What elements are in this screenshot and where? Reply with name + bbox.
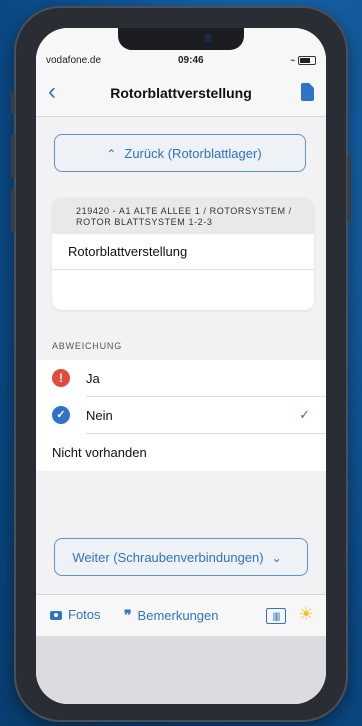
- section-label: ABWEICHUNG: [52, 341, 123, 351]
- brightness-icon[interactable]: ☀: [298, 604, 314, 625]
- photos-button[interactable]: Fotos: [50, 607, 101, 622]
- power-button: [347, 156, 351, 222]
- volume-up-button: [11, 134, 15, 178]
- navigation-bar: ‹ Rotorblattverstellung: [36, 70, 326, 117]
- option-label: Ja: [86, 371, 100, 386]
- document-icon[interactable]: [301, 83, 314, 101]
- back-section-label: Zurück (Rotorblattlager): [124, 146, 262, 161]
- quote-icon: ❞: [124, 607, 132, 623]
- back-section-button[interactable]: ⌃ Zurück (Rotorblattlager): [54, 134, 306, 172]
- bottom-toolbar: Fotos ❞ Bemerkungen ||||| ☀: [36, 594, 326, 637]
- carrier-label: vodafone.de: [46, 55, 102, 66]
- remarks-label: Bemerkungen: [137, 608, 219, 623]
- component-card: 219420 - A1 ALTE ALLEE 1 / ROTORSYSTEM /…: [52, 198, 314, 310]
- option-nein[interactable]: ✓ Nein ✓: [36, 397, 326, 434]
- camera-icon: [50, 611, 62, 621]
- clock: 09:46: [178, 55, 204, 66]
- option-label: Nein: [86, 408, 113, 423]
- volume-down-button: [11, 188, 15, 232]
- component-title: Rotorblattverstellung: [52, 234, 314, 270]
- option-ja[interactable]: ! Ja: [36, 360, 326, 397]
- next-section-button[interactable]: Weiter (Schraubenverbindungen) ⌄: [54, 538, 308, 576]
- status-icons: ⌁: [290, 55, 316, 66]
- front-camera: [204, 34, 212, 42]
- warning-icon: !: [52, 369, 70, 387]
- phone-screen: vodafone.de 09:46 ⌁ ‹ Rotorblattverstell…: [36, 28, 326, 704]
- deviation-options: ! Ja ✓ Nein ✓ Nicht vorhanden: [36, 360, 326, 471]
- remarks-button[interactable]: ❞ Bemerkungen: [124, 607, 219, 624]
- chevron-up-icon: ⌃: [106, 147, 117, 161]
- photos-label: Fotos: [68, 607, 101, 622]
- battery-icon: [298, 56, 316, 66]
- empty-bottom-area: [36, 636, 326, 704]
- checked-icon: ✓: [52, 406, 70, 424]
- checkmark-icon: ✓: [299, 407, 310, 422]
- option-nicht-vorhanden[interactable]: Nicht vorhanden: [36, 434, 326, 471]
- location-icon: ⌁: [290, 55, 296, 65]
- page-title: Rotorblattverstellung: [110, 85, 252, 101]
- component-path: 219420 - A1 ALTE ALLEE 1 / ROTORSYSTEM /…: [52, 198, 314, 234]
- mute-switch: [11, 92, 15, 114]
- notch: [118, 28, 244, 50]
- next-section-label: Weiter (Schraubenverbindungen): [72, 550, 264, 565]
- chevron-down-icon: ⌄: [271, 551, 282, 565]
- barcode-icon[interactable]: |||||: [266, 608, 286, 624]
- option-label: Nicht vorhanden: [52, 445, 147, 460]
